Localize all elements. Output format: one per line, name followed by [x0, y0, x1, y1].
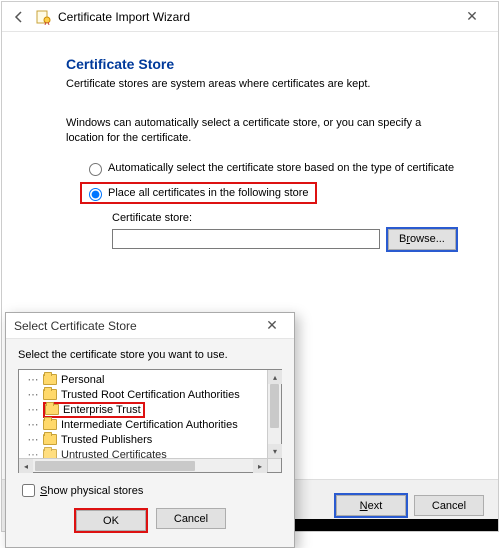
tree-item-untrusted[interactable]: ⋯Untrusted Certificates [23, 447, 267, 458]
dialog-instruction: Select the certificate store you want to… [18, 349, 282, 361]
dialog-close-icon[interactable]: ✕ [258, 317, 286, 334]
scroll-corner [267, 458, 281, 472]
cancel-button[interactable]: Cancel [414, 495, 484, 516]
folder-icon [43, 374, 57, 385]
horizontal-scrollbar[interactable]: ◂ ▸ [19, 458, 267, 472]
titlebar: Certificate Import Wizard ✕ [2, 2, 498, 32]
next-highlight: Next [334, 493, 408, 518]
scroll-thumb-h[interactable] [35, 461, 195, 471]
tree-item-trusted-publishers[interactable]: ⋯Trusted Publishers [23, 432, 267, 447]
radio-place-label: Place all certificates in the following … [108, 187, 309, 199]
wizard-window: Certificate Import Wizard ✕ Certificate … [1, 1, 499, 532]
close-icon[interactable]: ✕ [452, 8, 492, 25]
folder-icon [43, 449, 57, 458]
scroll-up-icon[interactable]: ▴ [268, 370, 282, 384]
browse-button[interactable]: Browse... [388, 229, 456, 250]
scroll-down-icon[interactable]: ▾ [268, 444, 282, 458]
decorative-bar [282, 519, 498, 531]
page-heading: Certificate Store [66, 56, 462, 72]
radio-place-all[interactable]: Place all certificates in the following … [84, 185, 309, 201]
dialog-cancel-button[interactable]: Cancel [156, 508, 226, 529]
show-physical-input[interactable] [22, 484, 35, 497]
folder-icon [43, 419, 57, 430]
dialog-title: Select Certificate Store [14, 319, 137, 333]
vertical-scrollbar[interactable]: ▴ ▾ [267, 370, 281, 458]
browse-highlight: Browse... [386, 227, 458, 252]
tree-item-trusted-root[interactable]: ⋯Trusted Root Certification Authorities [23, 387, 267, 402]
store-tree: ⋯Personal ⋯Trusted Root Certification Au… [18, 369, 282, 473]
radio-place-highlight: Place all certificates in the following … [80, 182, 317, 204]
folder-icon [45, 404, 59, 415]
folder-icon [43, 434, 57, 445]
instruction-text: Windows can automatically select a certi… [66, 116, 462, 146]
show-physical-checkbox[interactable]: Show physical stores [18, 481, 282, 500]
enterprise-trust-highlight: Enterprise Trust [43, 402, 145, 418]
radio-place-input[interactable] [89, 188, 102, 201]
dialog-titlebar: Select Certificate Store ✕ [6, 313, 294, 339]
tree-item-enterprise-trust[interactable]: ⋯Enterprise Trust [23, 402, 267, 417]
ok-highlight: OK [74, 508, 148, 533]
scroll-left-icon[interactable]: ◂ [19, 459, 33, 473]
scroll-thumb[interactable] [270, 384, 279, 428]
radio-auto-select[interactable]: Automatically select the certificate sto… [84, 160, 462, 176]
tree-item-personal[interactable]: ⋯Personal [23, 372, 267, 387]
store-input[interactable] [112, 229, 380, 249]
select-store-dialog: Select Certificate Store ✕ Select the ce… [5, 312, 295, 548]
scroll-right-icon[interactable]: ▸ [253, 459, 267, 473]
back-button[interactable] [8, 6, 30, 28]
next-button[interactable]: Next [336, 495, 406, 516]
certificate-icon [36, 9, 52, 25]
content-area: Certificate Store Certificate stores are… [2, 32, 498, 252]
store-block: Certificate store: Browse... [112, 212, 462, 252]
window-title: Certificate Import Wizard [58, 10, 190, 24]
ok-button[interactable]: OK [76, 510, 146, 531]
tree-item-intermediate-ca[interactable]: ⋯Intermediate Certification Authorities [23, 417, 267, 432]
folder-icon [43, 389, 57, 400]
radio-auto-input[interactable] [89, 163, 102, 176]
radio-auto-label: Automatically select the certificate sto… [108, 162, 454, 174]
page-subtext: Certificate stores are system areas wher… [66, 78, 462, 90]
store-field-label: Certificate store: [112, 212, 462, 224]
